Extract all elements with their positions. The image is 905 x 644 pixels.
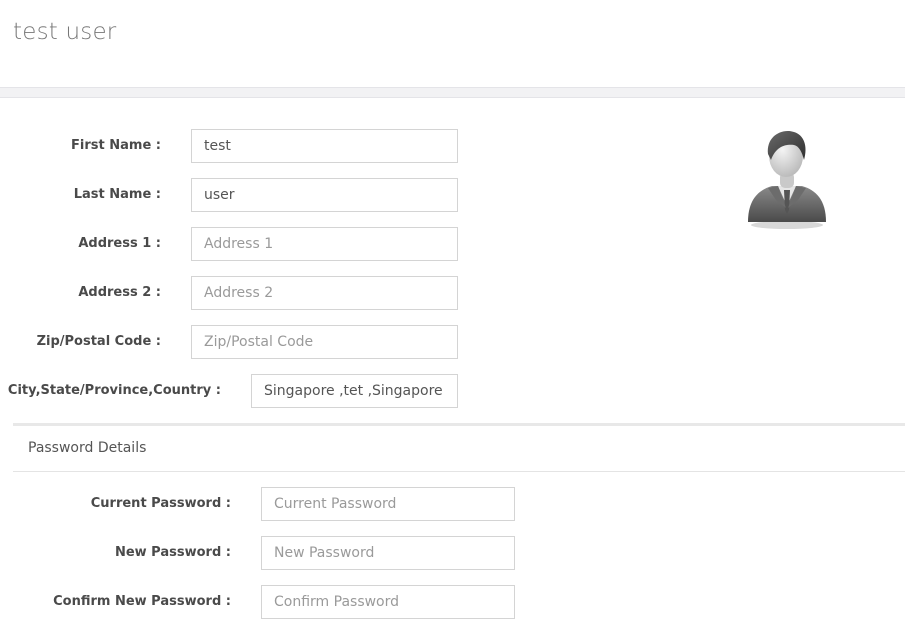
address2-label: Address 2 : — [78, 285, 161, 300]
address1-input[interactable] — [191, 227, 458, 261]
city-input[interactable] — [251, 374, 458, 408]
current-password-input[interactable] — [261, 487, 515, 521]
confirm-password-input[interactable] — [261, 585, 515, 619]
section-underline — [13, 471, 905, 472]
page-title: test user — [13, 19, 117, 45]
address2-input[interactable] — [191, 276, 458, 310]
last-name-label: Last Name : — [73, 187, 161, 202]
new-password-input[interactable] — [261, 536, 515, 570]
first-name-input[interactable] — [191, 129, 458, 163]
header-band — [0, 87, 905, 98]
address1-label: Address 1 : — [78, 236, 161, 251]
user-avatar-icon — [748, 130, 826, 229]
city-label: City,State/Province,Country : — [7, 383, 221, 398]
new-password-label: New Password : — [114, 545, 231, 560]
password-section-title: Password Details — [28, 440, 147, 456]
zip-input[interactable] — [191, 325, 458, 359]
confirm-password-label: Confirm New Password : — [53, 594, 231, 609]
current-password-label: Current Password : — [90, 496, 231, 511]
first-name-label: First Name : — [71, 138, 161, 153]
zip-label: Zip/Postal Code : — [36, 334, 161, 349]
section-divider — [13, 423, 905, 426]
last-name-input[interactable] — [191, 178, 458, 212]
